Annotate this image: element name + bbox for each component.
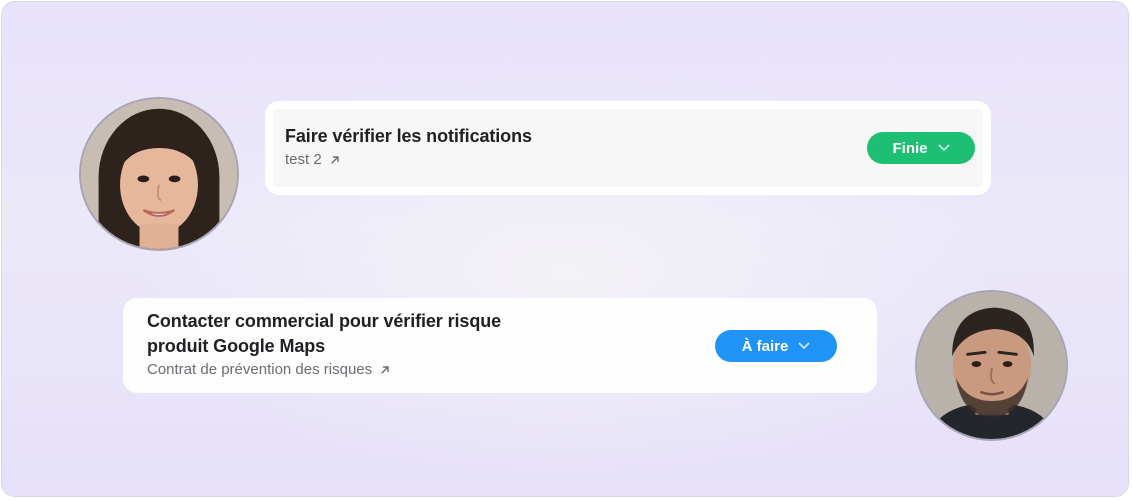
status-label: À faire [741,337,789,355]
arrow-up-right-icon [380,365,390,375]
status-label: Finie [892,139,928,157]
task-card[interactable]: Contacter commercial pour vérifier risqu… [123,298,877,393]
man-portrait-image [917,292,1066,439]
task-related-link[interactable]: test 2 [285,151,340,169]
arrow-up-right-icon [330,155,340,165]
task-title: Faire vérifier les notifications [285,126,532,146]
task-card[interactable]: Faire vérifier les notifications test 2 … [265,101,991,195]
chevron-down-icon [938,144,950,152]
chevron-down-icon [798,342,810,350]
assignee-avatar [915,290,1068,441]
assignee-avatar [79,97,239,251]
status-dropdown[interactable]: Finie [867,132,975,164]
woman-portrait-image [81,99,237,249]
tasks-showcase: Faire vérifier les notifications test 2 … [1,1,1129,497]
task-related-link-label: Contrat de prévention des risques [147,361,373,378]
task-title: Contacter commercial pour vérifier risqu… [147,311,502,356]
task-related-link[interactable]: Contrat de prévention des risques [147,361,390,379]
task-card-body: Faire vérifier les notifications test 2 … [273,109,983,187]
status-dropdown[interactable]: À faire [715,330,837,362]
task-related-link-label: test 2 [285,151,322,168]
